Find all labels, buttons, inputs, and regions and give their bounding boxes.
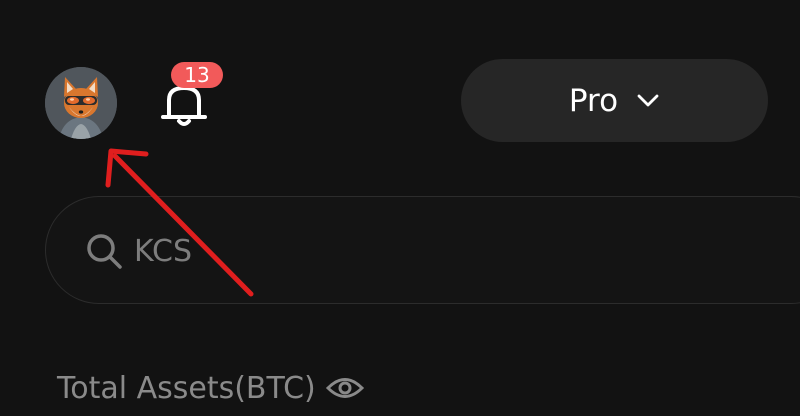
notification-count-badge: 13 [171,62,223,88]
app-screen: 13 Pro Total Assets(BTC) [0,0,800,416]
fox-avatar-icon [45,67,117,139]
search-icon [87,234,122,269]
total-assets-header: Total Assets(BTC) [57,368,364,408]
avatar[interactable] [45,67,117,139]
search-input[interactable] [134,225,534,277]
total-assets-label: Total Assets(BTC) [57,370,316,406]
mode-selector-button[interactable]: Pro [461,59,768,142]
chevron-down-icon [637,94,659,106]
search-bar[interactable] [45,196,800,304]
eye-icon[interactable] [325,375,364,401]
mode-selector-label: Pro [568,82,619,119]
